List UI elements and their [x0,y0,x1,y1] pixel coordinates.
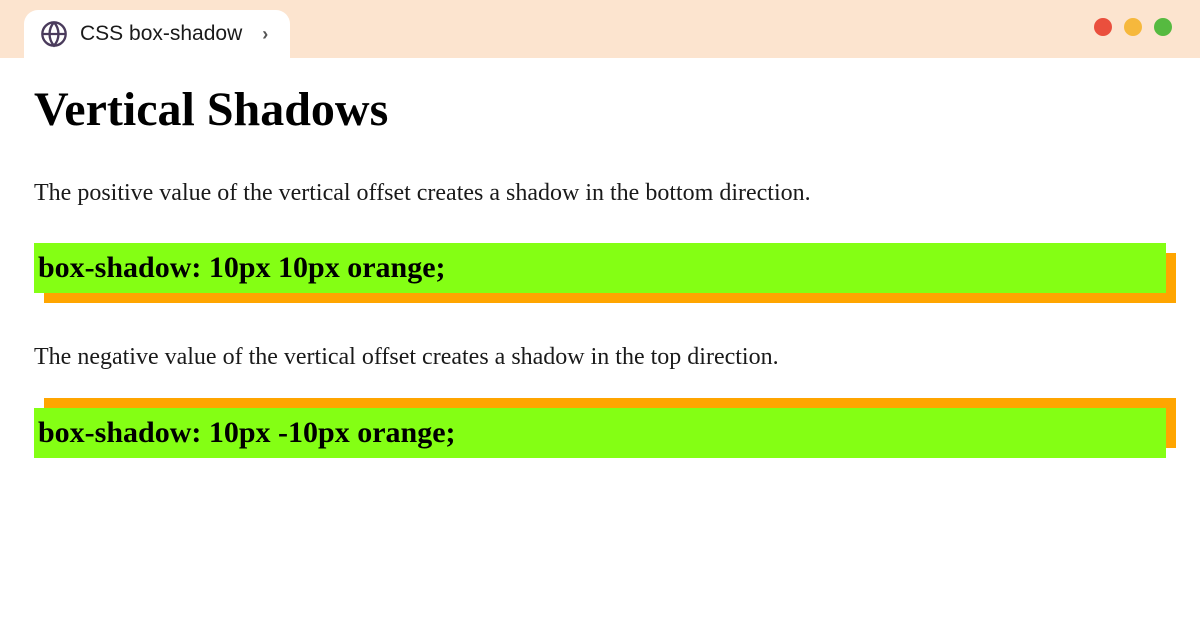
demo-box-shadow-down: box-shadow: 10px 10px orange; [34,243,1166,293]
tab-title: CSS box-shadow [80,22,242,46]
browser-header: CSS box-shadow › [0,0,1200,58]
window-controls [1094,18,1172,36]
browser-tab[interactable]: CSS box-shadow › [24,10,290,58]
window-close-button[interactable] [1094,18,1112,36]
window-minimize-button[interactable] [1124,18,1142,36]
page-title: Vertical Shadows [34,82,1166,137]
description-paragraph-1: The positive value of the vertical offse… [34,177,1166,209]
demo-box-shadow-up: box-shadow: 10px -10px orange; [34,408,1166,458]
page-content: Vertical Shadows The positive value of t… [0,58,1200,540]
chevron-right-icon: › [262,24,268,45]
window-maximize-button[interactable] [1154,18,1172,36]
globe-icon [40,20,68,48]
description-paragraph-2: The negative value of the vertical offse… [34,341,1166,373]
